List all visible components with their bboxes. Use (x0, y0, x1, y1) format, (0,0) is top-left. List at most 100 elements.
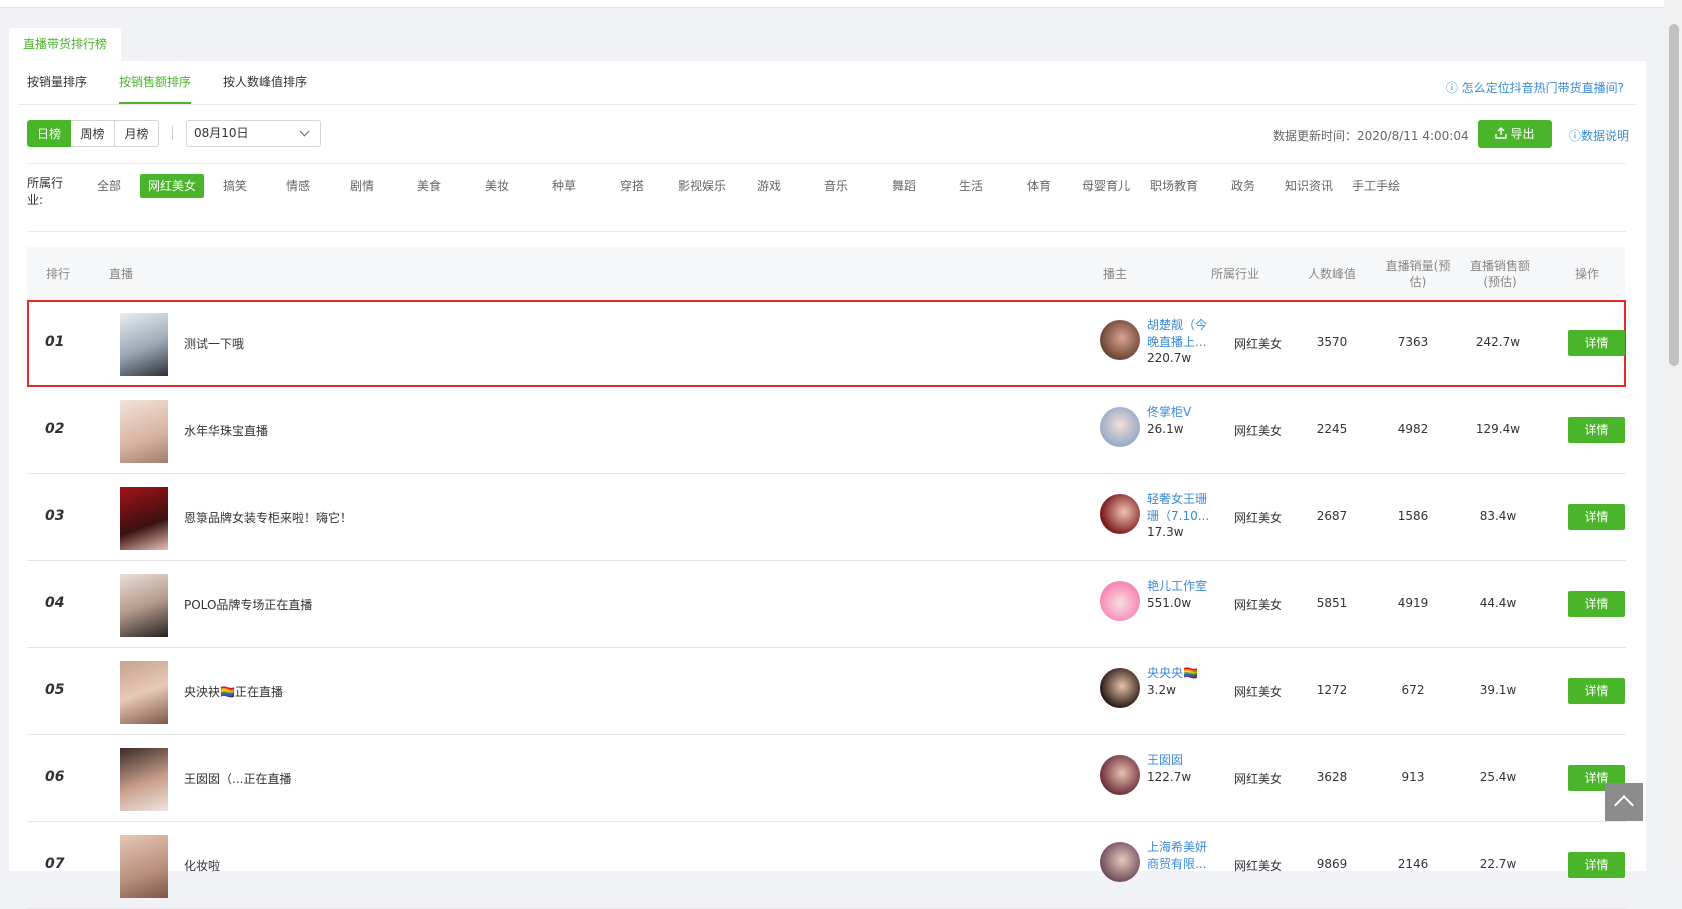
live-thumbnail[interactable] (120, 661, 168, 724)
avatar[interactable] (1100, 320, 1140, 360)
peak-cell: 1272 (1316, 683, 1348, 697)
industry-item-entertainment[interactable]: 影视娱乐 (674, 174, 730, 198)
export-button[interactable]: 导出 (1478, 120, 1552, 148)
detail-button[interactable]: 详情 (1568, 678, 1625, 704)
peak-cell: 9869 (1316, 857, 1348, 871)
period-switch: 日榜 周榜 月榜 (27, 120, 159, 147)
industry-item-career[interactable]: 职场教育 (1146, 174, 1202, 198)
table-row: 07 化妆啦 上海希美妍商贸有限... 网红美女 9869 2146 22.7w… (27, 822, 1626, 909)
header-anchor: 播主 (1102, 266, 1127, 281)
industry-item-all[interactable]: 全部 (89, 174, 129, 198)
detail-button[interactable]: 详情 (1568, 330, 1625, 356)
peak-cell: 3570 (1316, 335, 1348, 349)
amount-cell: 44.4w (1479, 596, 1517, 610)
table-row: 05 央泱袂🏳️‍🌈正在直播 央央央🏳️‍🌈 3.2w 网红美女 1272 67… (27, 648, 1626, 735)
avatar[interactable] (1100, 581, 1140, 621)
industry-item-funny[interactable]: 搞笑 (215, 174, 255, 198)
sales-cell: 913 (1401, 770, 1425, 784)
industry-item-dance[interactable]: 舞蹈 (884, 174, 924, 198)
peak-cell: 2687 (1316, 509, 1348, 523)
update-time: 数据更新时间：2020/8/11 4:00:04 (1273, 129, 1469, 143)
industry-cell: 网红美女 (1234, 859, 1283, 873)
chevron-down-icon (299, 126, 310, 137)
industry-item-handcraft[interactable]: 手工手绘 (1348, 174, 1404, 198)
industry-label: 所属行业: (27, 176, 64, 207)
rank-number: 01 (45, 334, 65, 350)
live-thumbnail[interactable] (120, 835, 168, 898)
anchor-fans: 122.7w (1147, 770, 1192, 784)
industry-item-game[interactable]: 游戏 (749, 174, 789, 198)
industry-item-knowledge[interactable]: 知识资讯 (1281, 174, 1337, 198)
industry-item-sports[interactable]: 体育 (1019, 174, 1059, 198)
avatar[interactable] (1100, 842, 1140, 882)
table-header: 排行 直播 播主 所属行业 人数峰值 直播销量(预估) 直播销售额(预估) 操作 (27, 247, 1625, 300)
anchor-fans: 220.7w (1147, 351, 1192, 365)
tab-sort-by-volume[interactable]: 按销量排序 (27, 61, 87, 104)
industry-cell: 网红美女 (1234, 598, 1283, 612)
page-tab-live-ranking[interactable]: 直播带货排行榜 (9, 28, 122, 61)
live-title: 化妆啦 (184, 859, 221, 873)
anchor-name-link[interactable]: 央央央🏳️‍🌈 (1147, 665, 1215, 682)
tab-sort-by-amount[interactable]: 按销售额排序 (119, 61, 192, 104)
detail-button[interactable]: 详情 (1568, 591, 1625, 617)
anchor-fans: 26.1w (1147, 422, 1184, 436)
avatar[interactable] (1100, 494, 1140, 534)
anchor-name-link[interactable]: 上海希美妍商贸有限... (1147, 839, 1215, 873)
data-description-link[interactable]: ⓘ数据说明 (1569, 127, 1629, 144)
detail-button[interactable]: 详情 (1568, 417, 1625, 443)
back-to-top-icon[interactable] (1605, 783, 1643, 821)
industry-item-music[interactable]: 音乐 (816, 174, 856, 198)
anchor-name-link[interactable]: 胡楚靓（今晚直播上... (1147, 317, 1215, 351)
top-bar (0, 0, 1664, 8)
anchor-name-link[interactable]: 王囡囡 (1147, 752, 1215, 769)
live-thumbnail[interactable] (120, 574, 168, 637)
table-row: 04 POLO品牌专场正在直播 艳儿工作室 551.0w 网红美女 5851 4… (27, 561, 1626, 648)
weekly-button[interactable]: 周榜 (71, 120, 115, 147)
live-thumbnail[interactable] (120, 400, 168, 463)
sales-cell: 4919 (1397, 596, 1429, 610)
anchor-name-link[interactable]: 艳儿工作室 (1147, 578, 1215, 595)
industry-cell: 网红美女 (1234, 685, 1283, 699)
amount-cell: 242.7w (1475, 335, 1521, 349)
avatar[interactable] (1100, 755, 1140, 795)
table-row: 01 测试一下哦 胡楚靓（今晚直播上... 220.7w 网红美女 3570 7… (27, 300, 1626, 387)
industry-item-parenting[interactable]: 母婴育儿 (1078, 174, 1134, 198)
avatar[interactable] (1100, 668, 1140, 708)
rank-number: 03 (45, 508, 65, 524)
anchor-name-link[interactable]: 轻奢女王珊珊（7.10... (1147, 491, 1215, 525)
avatar[interactable] (1100, 407, 1140, 447)
live-thumbnail[interactable] (120, 487, 168, 550)
daily-button[interactable]: 日榜 (27, 120, 71, 147)
detail-button[interactable]: 详情 (1568, 852, 1625, 878)
industry-item-emotion[interactable]: 情感 (278, 174, 318, 198)
industry-item-influencer[interactable]: 网红美女 (140, 174, 205, 198)
sales-cell: 7363 (1397, 335, 1429, 349)
anchor-fans: 17.3w (1147, 525, 1184, 539)
industry-item-outfit[interactable]: 穿搭 (612, 174, 652, 198)
amount-cell: 39.1w (1479, 683, 1517, 697)
table-row: 03 恩箓品牌女装专柜来啦！嗨它！ 轻奢女王珊珊（7.10... 17.3w 网… (27, 474, 1626, 561)
live-title: POLO品牌专场正在直播 (184, 598, 313, 612)
rank-number: 02 (45, 421, 65, 437)
industry-item-life[interactable]: 生活 (951, 174, 991, 198)
live-thumbnail[interactable] (120, 313, 168, 376)
anchor-name-link[interactable]: 佟掌柜V (1147, 404, 1215, 421)
tab-sort-by-peak[interactable]: 按人数峰值排序 (223, 61, 307, 104)
live-thumbnail[interactable] (120, 748, 168, 811)
industry-item-government[interactable]: 政务 (1223, 174, 1263, 198)
amount-cell: 83.4w (1479, 509, 1517, 523)
table-row: 02 水年华珠宝直播 佟掌柜V 26.1w 网红美女 2245 4982 129… (27, 387, 1626, 474)
industry-item-makeup[interactable]: 美妆 (477, 174, 517, 198)
peak-cell: 2245 (1316, 422, 1348, 436)
date-select[interactable]: 08月10日 (186, 120, 321, 147)
header-live: 直播 (108, 266, 133, 281)
industry-item-drama[interactable]: 剧情 (342, 174, 382, 198)
industry-item-food[interactable]: 美食 (409, 174, 449, 198)
scrollbar-thumb[interactable] (1669, 24, 1679, 366)
scrollbar[interactable] (1665, 0, 1682, 871)
monthly-button[interactable]: 月榜 (115, 120, 159, 147)
help-link[interactable]: ⓘ 怎么定位抖音热门带货直播间? (1446, 79, 1624, 96)
header-peak: 人数峰值 (1307, 266, 1356, 281)
industry-item-seeding[interactable]: 种草 (544, 174, 584, 198)
detail-button[interactable]: 详情 (1568, 504, 1625, 530)
